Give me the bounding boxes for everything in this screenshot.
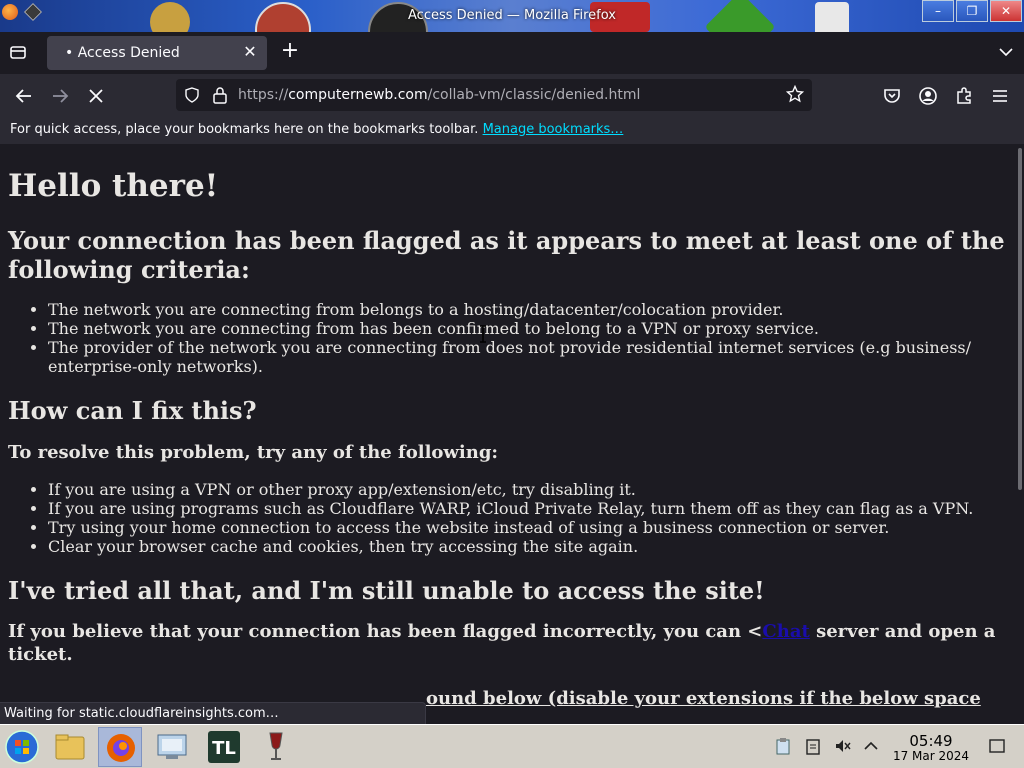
tab-list-icon[interactable] [8,42,32,64]
believe-text: If you believe that your connection has … [8,621,763,642]
clock-date[interactable]: 17 Mar 2024 [890,749,972,763]
firefox-taskbar-icon[interactable] [98,727,142,767]
lock-icon[interactable] [212,86,228,104]
page-scrollbar[interactable] [1016,144,1024,724]
criteria-list: The network you are connecting from belo… [48,300,1008,376]
bookmark-star-icon[interactable] [785,84,805,103]
tl-app-label: TL [212,738,236,759]
file-explorer-icon[interactable] [48,727,92,767]
url-text: https://computernewb.com/collab-vm/class… [238,87,640,103]
url-scheme: https:// [238,87,289,103]
start-orb-icon[interactable] [0,727,44,767]
shield-icon[interactable] [184,87,200,103]
list-item: Try using your home connection to access… [48,518,1008,537]
list-item: Clear your browser cache and cookies, th… [48,537,1008,556]
window-title: Access Denied — Mozilla Firefox [408,8,616,23]
tl-app-icon[interactable]: TL [202,727,246,767]
clipboard-icon[interactable] [774,737,792,755]
status-bar: Waiting for static.cloudflareinsights.co… [0,702,426,724]
tab-close-icon[interactable]: ✕ [241,43,259,61]
chevron-down-icon[interactable] [998,44,1014,60]
chevron-up-icon[interactable] [862,737,880,755]
taskbar: TL 05:49 17 Mar 2024 [0,724,1024,768]
navigation-toolbar: https://computernewb.com/collab-vm/class… [0,74,1024,116]
scrollbar-thumb[interactable] [1018,148,1022,490]
page-content: Hello there! Your connection has been fl… [0,144,1016,724]
battery-icon[interactable] [804,737,822,755]
text-cursor-icon [480,325,486,343]
pocket-icon[interactable] [880,84,904,108]
criteria-heading: Your connection has been flagged as it a… [8,226,1005,284]
tab-access-denied[interactable]: • Access Denied ✕ [47,36,267,70]
fix-heading: How can I fix this? [8,396,257,425]
maximize-icon[interactable]: ❐ [956,0,988,22]
tried-heading: I've tried all that, and I'm still unabl… [8,576,765,605]
list-item: The provider of the network you are conn… [48,338,1008,376]
show-desktop-icon[interactable] [988,737,1006,755]
extensions-icon[interactable] [952,84,976,108]
hamburger-menu-icon[interactable] [988,84,1012,108]
new-tab-button[interactable]: + [278,40,302,64]
list-item: If you are using programs such as Cloudf… [48,499,1008,518]
account-icon[interactable] [916,84,940,108]
close-icon[interactable]: ✕ [990,0,1022,22]
wine-app-icon[interactable] [254,727,298,767]
list-item: The network you are connecting from belo… [48,300,1008,319]
page-title: Hello there! [8,168,219,204]
url-path: /collab-vm/classic/denied.html [427,87,641,103]
chat-link[interactable]: Chat [762,621,809,642]
bookmarks-message: For quick access, place your bookmarks h… [10,122,623,137]
clock-time[interactable]: 05:49 [896,732,966,750]
tab-strip: • Access Denied ✕ + [0,32,1024,74]
url-host: computernewb.com [288,87,428,103]
manage-bookmarks-link[interactable]: Manage bookmarks… [483,122,624,137]
believe-paragraph: If you believe that your connection has … [8,620,1008,666]
os-title-bar: Access Denied — Mozilla Firefox – ❐ ✕ [0,0,1024,32]
forward-icon[interactable] [48,84,72,108]
resolve-heading: To resolve this problem, try any of the … [8,442,499,463]
list-item: The network you are connecting from has … [48,319,1008,338]
list-item: If you are using a VPN or other proxy ap… [48,480,1008,499]
fixes-list: If you are using a VPN or other proxy ap… [48,480,1008,556]
minimize-icon[interactable]: – [922,0,954,22]
window-controls: – ❐ ✕ [922,0,1022,22]
bookmarks-toolbar: For quick access, place your bookmarks h… [0,116,1024,144]
stop-loading-icon[interactable] [84,84,108,108]
back-icon[interactable] [12,84,36,108]
bookmarks-hint: For quick access, place your bookmarks h… [10,122,479,137]
url-bar[interactable]: https://computernewb.com/collab-vm/class… [176,79,812,111]
tab-label: • Access Denied [65,45,180,61]
control-panel-icon[interactable] [150,727,194,767]
volume-muted-icon[interactable] [834,737,852,755]
